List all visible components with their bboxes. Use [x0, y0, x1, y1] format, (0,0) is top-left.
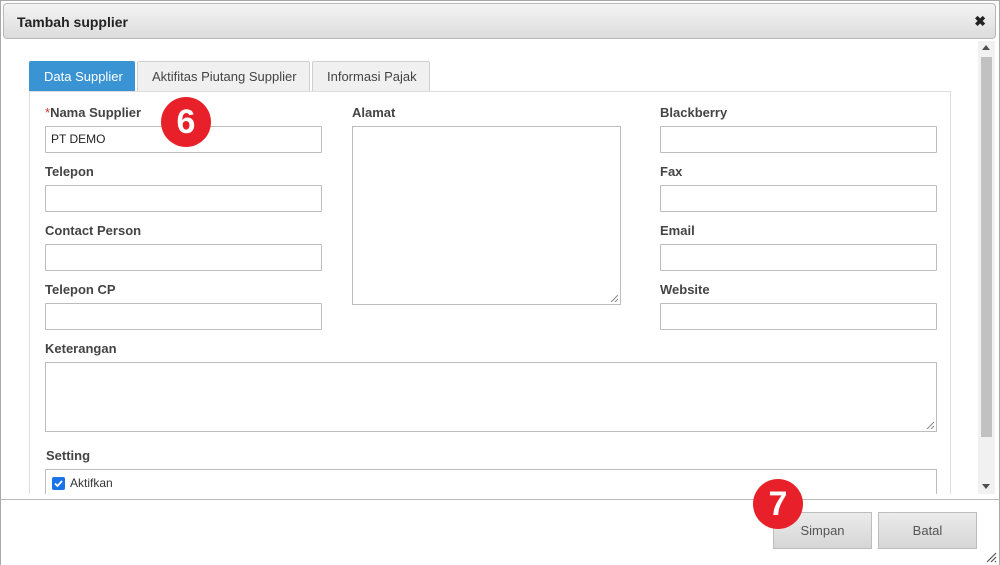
dialog-titlebar[interactable]: Tambah supplier ✖ — [3, 3, 996, 39]
fax-label: Fax — [660, 164, 683, 179]
setting-label: Setting — [46, 448, 91, 463]
blackberry-label: Blackberry — [660, 105, 728, 120]
telepon-cp-label: Telepon CP — [45, 282, 116, 297]
fax-input[interactable] — [660, 185, 937, 212]
checkmark-icon — [54, 480, 63, 488]
tab-data-supplier[interactable]: Data Supplier — [29, 61, 135, 91]
keterangan-textarea[interactable] — [45, 362, 937, 432]
dialog-content: Data Supplier Aktifitas Piutang Supplier… — [3, 41, 979, 494]
scroll-up-icon[interactable] — [982, 45, 990, 50]
website-label: Website — [660, 282, 710, 297]
step-6-badge: 6 — [161, 97, 211, 147]
aktifkan-label: Aktifkan — [70, 476, 113, 490]
blackberry-input[interactable] — [660, 126, 937, 153]
alamat-label: Alamat — [352, 105, 396, 120]
vertical-scrollbar[interactable] — [978, 41, 995, 494]
step-7-badge: 7 — [753, 479, 803, 529]
email-label: Email — [660, 223, 695, 238]
telepon-cp-input[interactable] — [45, 303, 322, 330]
contact-person-input[interactable] — [45, 244, 322, 271]
keterangan-label: Keterangan — [45, 341, 117, 356]
alamat-textarea[interactable] — [352, 126, 621, 305]
tab-informasi-pajak[interactable]: Informasi Pajak — [312, 61, 430, 91]
nama-supplier-label: *Nama Supplier — [45, 105, 141, 120]
dialog-title: Tambah supplier — [17, 14, 128, 30]
resize-grip-icon[interactable] — [926, 421, 934, 429]
cancel-button[interactable]: Batal — [878, 512, 977, 549]
telepon-input[interactable] — [45, 185, 322, 212]
nama-supplier-label-text: Nama Supplier — [50, 105, 142, 120]
close-icon[interactable]: ✖ — [974, 13, 986, 30]
resize-grip-icon[interactable] — [610, 294, 618, 302]
add-supplier-dialog: Tambah supplier ✖ Data Supplier Aktifita… — [0, 0, 1000, 565]
website-input[interactable] — [660, 303, 937, 330]
telepon-label: Telepon — [45, 164, 94, 179]
setting-box: Aktifkan — [45, 469, 937, 494]
tab-aktifitas-piutang-supplier[interactable]: Aktifitas Piutang Supplier — [137, 61, 310, 91]
dialog-footer: Simpan Batal — [1, 499, 999, 565]
contact-person-label: Contact Person — [45, 223, 142, 238]
email-input[interactable] — [660, 244, 937, 271]
dialog-resize-icon[interactable] — [985, 551, 997, 563]
scroll-down-icon[interactable] — [982, 484, 990, 489]
scrollbar-thumb[interactable] — [981, 57, 992, 437]
aktifkan-checkbox[interactable] — [52, 477, 65, 490]
